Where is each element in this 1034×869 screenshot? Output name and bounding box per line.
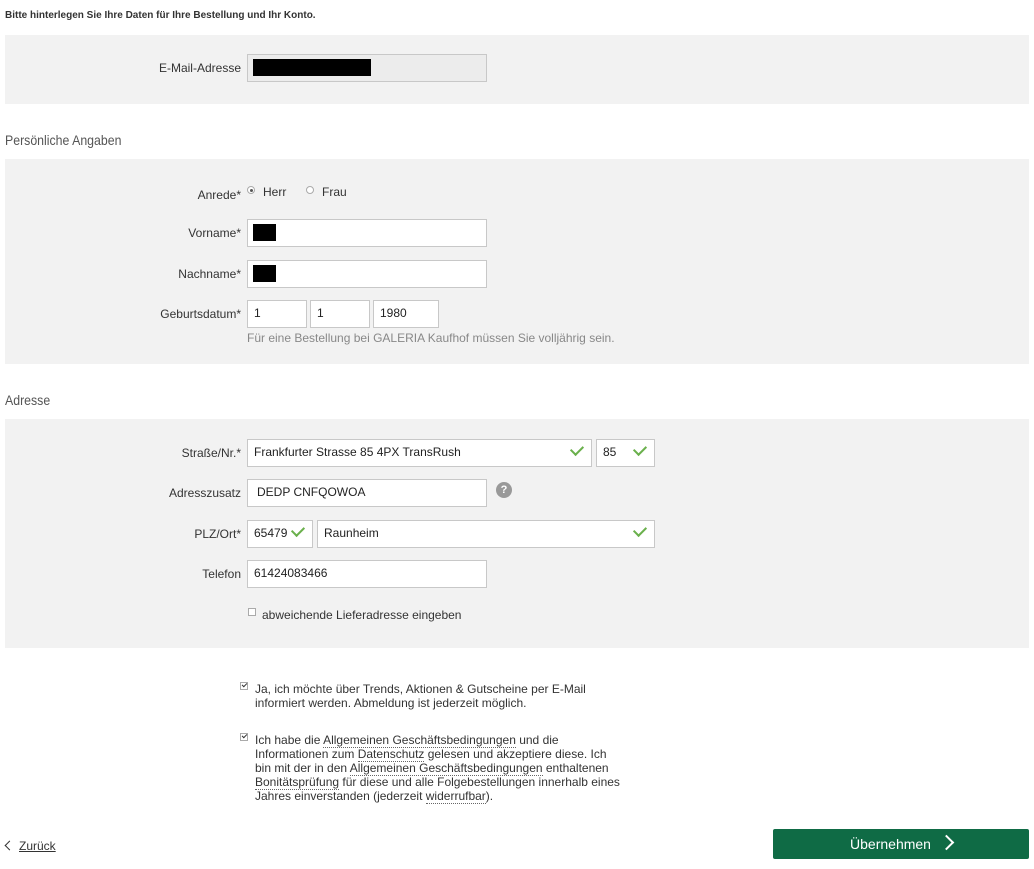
terms-text-4: enthaltenen [542,761,609,775]
newsletter-checkbox[interactable] [240,682,248,690]
newsletter-text: Ja, ich möchte über Trends, Aktionen & G… [255,682,586,710]
firstname-input[interactable] [247,219,487,247]
city-value: Raunheim [324,526,379,540]
agb-link-2[interactable]: Allgemeinen Geschäftsbedingungen [349,761,543,776]
lastname-redaction [253,265,276,282]
alt-delivery-checkbox[interactable] [248,608,256,616]
city-input[interactable]: Raunheim [317,520,655,548]
email-field [247,54,487,82]
birth-year-input[interactable]: 1980 [373,300,439,328]
submit-button[interactable]: Übernehmen [773,829,1029,859]
phone-input[interactable]: 61424083466 [247,560,487,588]
help-icon[interactable]: ? [496,482,512,498]
firstname-redaction [253,224,276,241]
chevron-right-icon [938,834,955,851]
addition-label: Adresszusatz [168,486,241,500]
back-link[interactable]: Zurück [4,839,56,853]
street-valid-check-icon [569,441,585,457]
salutation-label-frau[interactable]: Frau [322,185,347,199]
terms-text-1: Ich habe die [255,733,324,747]
address-section-title: Adresse [5,392,51,408]
address-panel: Straße/Nr.* Frankfurter Strasse 85 4PX T… [5,419,1029,648]
email-label: E-Mail-Adresse [158,61,241,75]
terms-checkbox[interactable] [240,733,248,741]
account-panel: E-Mail-Adresse [5,35,1029,104]
salutation-label-herr[interactable]: Herr [263,185,286,199]
credit-check-link[interactable]: Bonitätsprüfung [255,775,340,790]
salutation-label: Anrede* [197,188,241,202]
personal-panel: Anrede* Herr Frau Vorname* Nachname* Geb… [5,159,1029,364]
zip-input[interactable]: 65479 [247,520,313,548]
lastname-label: Nachname* [178,267,241,281]
back-label: Zurück [19,839,56,853]
birth-day-input[interactable]: 1 [247,300,307,328]
birth-month-input[interactable]: 1 [310,300,370,328]
terms-text: Ich habe die Allgemeinen Geschäftsbeding… [255,733,620,804]
salutation-radio-herr[interactable] [247,186,255,194]
chevron-left-icon [4,840,15,851]
lastname-input[interactable] [247,260,487,288]
salutation-radio-frau[interactable] [306,186,314,194]
revoke-link[interactable]: widerrufbar [425,789,486,804]
zip-valid-check-icon [290,522,306,538]
email-redaction [253,59,371,76]
addition-input[interactable]: DEDP CNFQOWOA [247,479,487,507]
birthdate-label: Geburtsdatum* [160,307,241,321]
firstname-label: Vorname* [188,226,241,240]
personal-section-title: Persönliche Angaben [5,132,122,148]
zip-value: 65479 [254,526,288,540]
house-number-input[interactable]: 85 [596,439,655,467]
house-number-valid-check-icon [632,441,648,457]
privacy-link[interactable]: Datenschutz [357,747,425,762]
submit-label: Übernehmen [850,836,931,852]
birthdate-hint: Für eine Bestellung bei GALERIA Kaufhof … [247,331,615,345]
intro-text: Bitte hinterlegen Sie Ihre Daten für Ihr… [5,10,316,21]
alt-delivery-label[interactable]: abweichende Lieferadresse eingeben [262,608,461,622]
street-input[interactable]: Frankfurter Strasse 85 4PX TransRush [247,439,592,467]
house-number-value: 85 [603,445,617,459]
terms-text-6: ). [485,789,494,803]
phone-label: Telefon [202,567,241,581]
city-valid-check-icon [632,522,648,538]
street-label: Straße/Nr.* [181,446,241,460]
zip-city-label: PLZ/Ort* [194,527,241,541]
street-value: Frankfurter Strasse 85 4PX TransRush [254,445,461,459]
agb-link[interactable]: Allgemeinen Geschäftsbedingungen [323,733,516,748]
